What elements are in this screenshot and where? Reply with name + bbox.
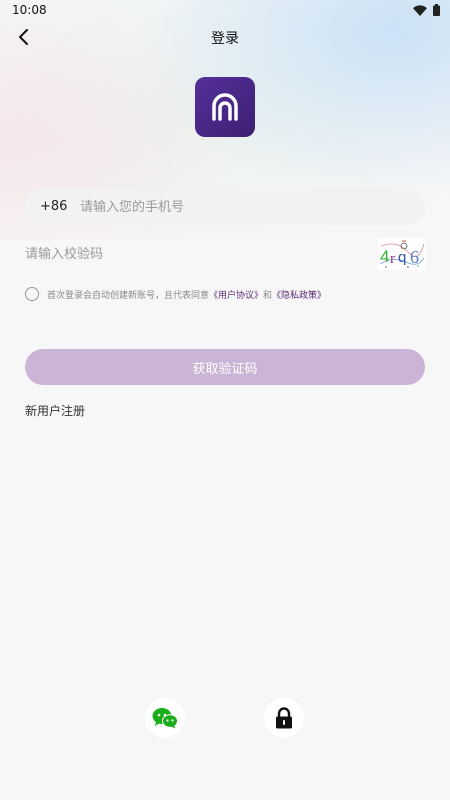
captcha-char-4: 6 [410, 247, 419, 267]
lock-icon [276, 707, 292, 729]
status-icons [413, 4, 440, 16]
wechat-icon [152, 708, 178, 729]
app-logo-icon [212, 93, 238, 121]
captcha-char-2: r [390, 251, 395, 267]
password-login-button[interactable] [264, 698, 304, 738]
page-title: 登录 [211, 31, 239, 47]
agreement-text: 首次登录会自动创建新账号，且代表同意《用户协议》和《隐私政策》 [47, 288, 326, 301]
captcha-input[interactable] [25, 236, 365, 272]
privacy-policy-link[interactable]: 《隐私政策》 [272, 291, 326, 301]
captcha-image[interactable]: 4 r q 6 [378, 238, 426, 270]
battery-icon [433, 4, 440, 16]
wechat-login-button[interactable] [145, 698, 185, 738]
agree-checkbox[interactable] [25, 287, 39, 301]
captcha-char-1: 4 [380, 247, 389, 266]
agreement-row: 首次登录会自动创建新账号，且代表同意《用户协议》和《隐私政策》 [25, 285, 425, 303]
register-link[interactable]: 新用户注册 [25, 402, 85, 419]
captcha-char-3: q [398, 249, 406, 266]
user-agreement-link[interactable]: 《用户协议》 [209, 291, 263, 301]
status-bar: 10:08 [0, 0, 450, 22]
header: 登录 [0, 22, 450, 52]
captcha-row: 4 r q 6 [25, 236, 426, 272]
country-code[interactable]: +86 [40, 199, 67, 214]
status-time: 10:08 [12, 3, 47, 17]
wifi-icon [413, 4, 427, 16]
phone-input[interactable] [80, 189, 410, 225]
app-logo [195, 77, 255, 137]
get-code-button[interactable]: 获取验证码 [25, 349, 425, 385]
phone-input-row: +86 [25, 189, 425, 225]
agreement-and: 和 [263, 290, 273, 301]
agreement-prefix: 首次登录会自动创建新账号，且代表同意 [47, 290, 210, 301]
